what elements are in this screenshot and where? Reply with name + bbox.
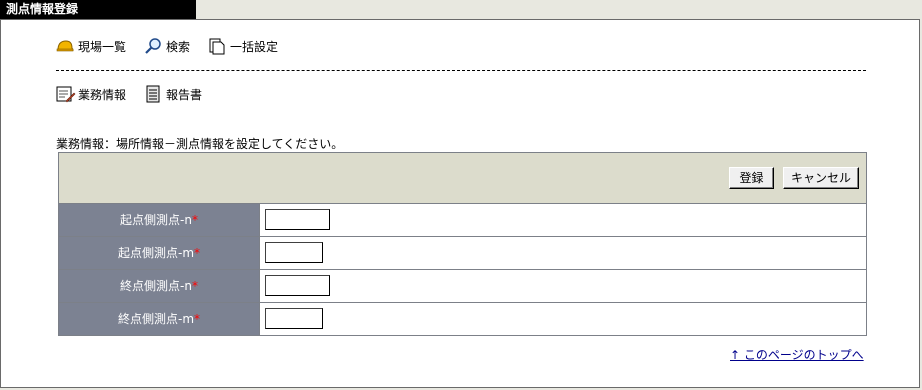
required-mark: * [194,312,201,326]
form-header: 登録 キャンセル [59,153,866,204]
sub-nav: 業務情報 報告書 [56,84,220,104]
field-label: 起点側測点-m* [59,237,260,269]
nav-site-list-label: 現場一覧 [78,39,127,54]
nav-report[interactable]: 報告書 [144,85,202,103]
nav-search[interactable]: 検索 [144,37,190,55]
start-point-n-input[interactable] [265,209,330,230]
nav-bulk-settings[interactable]: 一括設定 [208,37,278,55]
back-to-top-link[interactable]: ↑ このページのトップへ [730,346,864,363]
hardhat-icon [56,37,74,55]
form-row-start-m: 起点側測点-m* [59,237,866,270]
required-mark: * [191,213,198,227]
nav-business-info[interactable]: 業務情報 [56,85,126,103]
instruction-text: 業務情報：場所情報－測点情報を設定してください。 [56,137,344,151]
survey-point-form: 登録 キャンセル 起点側測点-n* 起点側測点-m* 終点側測点-n* 終点側測… [58,152,867,336]
top-nav: 現場一覧 検索 一括設定 [56,36,296,56]
nav-divider [56,70,866,71]
end-point-m-input[interactable] [265,308,323,329]
nav-site-list[interactable]: 現場一覧 [56,37,126,55]
form-row-end-n: 終点側測点-n* [59,270,866,303]
cancel-button[interactable]: キャンセル [783,167,859,189]
form-row-start-n: 起点側測点-n* [59,204,866,237]
form-row-end-m: 終点側測点-m* [59,303,866,335]
field-label: 終点側測点-m* [59,303,260,335]
field-label: 終点側測点-n* [59,270,260,302]
required-mark: * [194,246,201,260]
nav-search-label: 検索 [166,39,191,54]
nav-bulk-settings-label: 一括設定 [230,39,279,54]
main-panel: 現場一覧 検索 一括設定 業務情報 報告書 業務情報：場所情報－測点情報を設定し… [0,19,920,388]
report-icon [144,85,162,103]
window-title: 測点情報登録 [0,0,196,19]
register-button[interactable]: 登録 [729,167,774,189]
nav-report-label: 報告書 [166,87,203,102]
edit-document-icon [56,85,76,103]
nav-business-info-label: 業務情報 [78,87,127,102]
magnifier-icon [144,37,162,55]
start-point-m-input[interactable] [265,242,323,263]
field-label: 起点側測点-n* [59,204,260,236]
required-mark: * [191,279,198,293]
documents-icon [208,37,226,55]
end-point-n-input[interactable] [265,275,330,296]
